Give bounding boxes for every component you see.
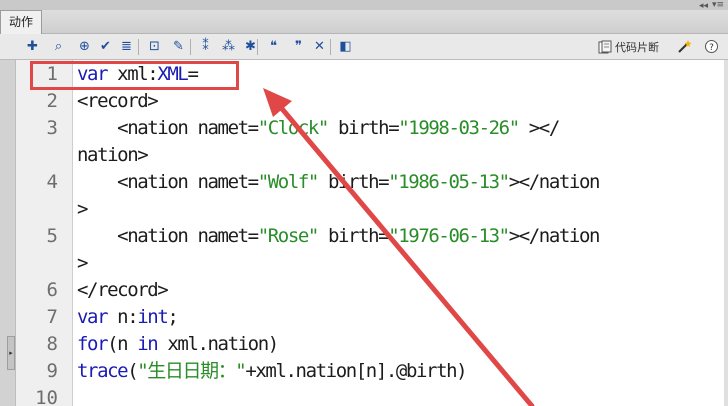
line-number: 9: [46, 360, 58, 382]
help-icon: ?: [705, 40, 718, 53]
code-line: <record>: [77, 88, 159, 115]
code-line: <nation namet="Wolf" birth="1986-05-13">…: [77, 169, 601, 196]
line-number: 10: [35, 387, 58, 406]
auto-format-icon[interactable]: ≣: [118, 38, 135, 55]
debug-options-icon[interactable]: ✎: [170, 38, 187, 55]
insert-target-path-icon[interactable]: ⊕: [76, 38, 93, 55]
code-token: <nation namet=: [77, 171, 259, 193]
code-line: </record>: [77, 277, 169, 304]
collapse-selection-icon[interactable]: ⁂: [220, 38, 237, 55]
vertical-scrollbar[interactable]: [724, 60, 728, 406]
toolbar-separator: [190, 39, 191, 55]
code-token: <record>: [77, 90, 159, 112]
script-editor[interactable]: 1 2 3 4 5 6 7 8 9 10 var xml:XML= <record> <nation…: [16, 60, 728, 406]
show-code-hint-icon[interactable]: ⊡: [146, 38, 163, 55]
line-number: 3: [46, 117, 58, 139]
code-line: <nation namet="Rose" birth="1976-06-13">…: [77, 223, 601, 250]
line-number: 6: [46, 279, 58, 301]
code-token: ></nation: [508, 171, 601, 193]
tab-actions[interactable]: 动作: [0, 10, 43, 34]
find-icon[interactable]: ⌕: [50, 38, 67, 55]
apply-block-comment-icon[interactable]: ❝: [265, 38, 282, 55]
collapse-panel-icon[interactable]: ◂◂: [699, 1, 708, 11]
code-token: >: [77, 252, 88, 274]
string-token: "Clock": [257, 117, 330, 139]
check-syntax-icon[interactable]: ✔: [97, 38, 114, 55]
code-line: >: [77, 250, 88, 277]
collapse-between-braces-icon[interactable]: ⁑: [197, 38, 214, 55]
magic-wand-icon: [678, 40, 692, 53]
toolbar-separator: [138, 39, 139, 55]
line-number: 2: [46, 90, 58, 112]
svg-text:?: ?: [709, 43, 714, 53]
string-token: "1998-03-26": [398, 117, 520, 139]
code-snippets-icon: [598, 40, 612, 54]
code-token: <nation namet=: [77, 225, 259, 247]
code-token: >: [77, 198, 88, 220]
keyword-token: for: [77, 333, 109, 355]
toolbar-separator: [257, 39, 258, 55]
string-token: "Rose": [257, 225, 320, 247]
expand-toolbox-handle[interactable]: ▸: [7, 336, 15, 370]
code-token: (n: [107, 333, 138, 355]
remove-comment-icon[interactable]: ✕: [311, 38, 328, 55]
keyword-token: int: [137, 306, 169, 328]
code-line: <nation namet="Clock" birth="1998-03-26"…: [77, 115, 561, 142]
code-token: birth=: [317, 171, 390, 193]
code-snippets-button[interactable]: 代码片断: [598, 38, 659, 56]
keyword-token: var: [77, 306, 109, 328]
string-token: "1976-06-13": [388, 225, 510, 247]
string-token: "1986-05-13": [388, 171, 510, 193]
actions-panel-header: 动作 ◂◂ ▾≡: [0, 0, 728, 34]
highlight-box-annotation: [30, 61, 239, 90]
show-hide-toolbox-icon[interactable]: ◧: [337, 38, 354, 55]
line-number: 7: [46, 306, 58, 328]
code-line: nation>: [77, 142, 149, 169]
code-line: var n:int;: [77, 304, 179, 331]
code-token: (: [127, 360, 138, 382]
string-token: "Wolf": [257, 171, 320, 193]
code-token: n:: [107, 306, 138, 328]
code-token: ;: [167, 306, 178, 328]
actions-toolbar: 代码片断 ? ✚ ⌕ ⊕ ✔ ≣ ⊡ ✎ ⁑ ⁂ ✱ ❝ ❞ ✕ ◧: [0, 34, 728, 60]
help-button[interactable]: ?: [703, 38, 720, 55]
line-number: 5: [46, 225, 58, 247]
keyword-token: in: [137, 333, 158, 355]
code-line: >: [77, 196, 88, 223]
code-token: birth=: [317, 225, 390, 247]
code-snippets-label: 代码片断: [615, 41, 659, 54]
line-number-gutter: 1 2 3 4 5 6 7 8 9 10: [16, 60, 73, 406]
code-token: ></: [518, 117, 561, 139]
code-token: birth=: [327, 117, 400, 139]
string-token: "生日日期：": [137, 360, 246, 382]
left-collapse-strip: ▸: [0, 60, 16, 406]
code-line: for(n in xml.nation): [77, 331, 279, 358]
apply-line-comment-icon[interactable]: ❞: [290, 38, 307, 55]
code-token: xml.nation): [157, 333, 279, 355]
add-statement-icon[interactable]: ✚: [24, 38, 41, 55]
keyword-token: trace: [77, 360, 129, 382]
code-token: <nation namet=: [77, 117, 259, 139]
wizard-button[interactable]: [676, 38, 693, 55]
code-line: trace("生日日期："+xml.nation[n].@birth): [77, 358, 468, 385]
code-token: ></nation: [508, 225, 601, 247]
line-number: 4: [46, 171, 58, 193]
code-token: +xml.nation[n].@birth): [245, 360, 467, 382]
code-token: nation>: [77, 144, 149, 166]
toolbar-separator: [330, 39, 331, 55]
code-token: </record>: [77, 279, 169, 301]
panel-title-bar: [0, 0, 728, 10]
panel-menu-icon[interactable]: ▾≡: [712, 0, 724, 10]
line-number: 8: [46, 333, 58, 355]
